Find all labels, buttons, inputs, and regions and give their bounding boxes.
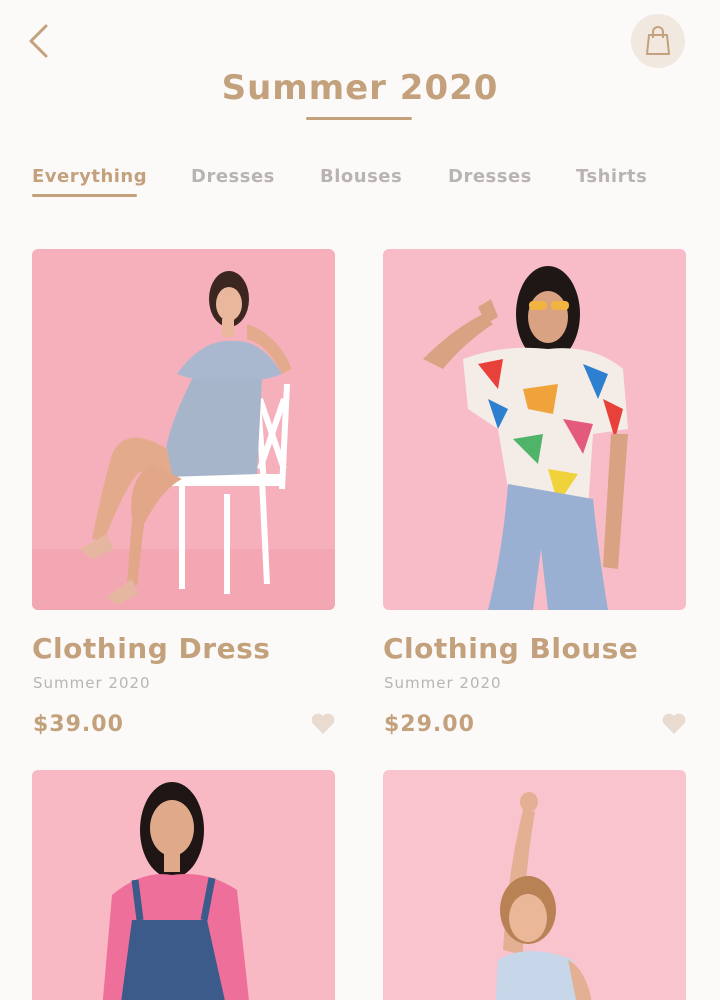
- product-name[interactable]: Clothing Blouse: [383, 632, 638, 665]
- chevron-left-icon: [29, 24, 48, 58]
- tab-blouses[interactable]: Blouses: [320, 166, 402, 187]
- shopping-bag-icon: [646, 26, 670, 55]
- product-image-checked-top[interactable]: [383, 770, 686, 1000]
- product-image-blouse[interactable]: [383, 249, 686, 610]
- cart-button[interactable]: [631, 14, 685, 68]
- product-collection: Summer 2020: [33, 674, 151, 692]
- heart-icon: [311, 713, 335, 734]
- tab-dresses[interactable]: Dresses: [191, 166, 275, 187]
- favorite-button[interactable]: [661, 712, 687, 736]
- product-image-overalls[interactable]: [32, 770, 335, 1000]
- tab-tshirts[interactable]: Tshirts: [576, 166, 647, 187]
- product-name[interactable]: Clothing Dress: [32, 632, 270, 665]
- tab-dresses-2[interactable]: Dresses: [448, 166, 532, 187]
- title-underline: [306, 117, 412, 120]
- product-price: $39.00: [33, 712, 124, 737]
- page-title: Summer 2020: [221, 68, 499, 108]
- tab-everything[interactable]: Everything: [32, 166, 147, 187]
- product-image-dress[interactable]: [32, 249, 335, 610]
- active-tab-indicator: [32, 194, 137, 197]
- product-collection: Summer 2020: [384, 674, 502, 692]
- back-button[interactable]: [26, 22, 54, 62]
- heart-icon: [662, 713, 686, 734]
- product-price: $29.00: [384, 712, 475, 737]
- favorite-button[interactable]: [310, 712, 336, 736]
